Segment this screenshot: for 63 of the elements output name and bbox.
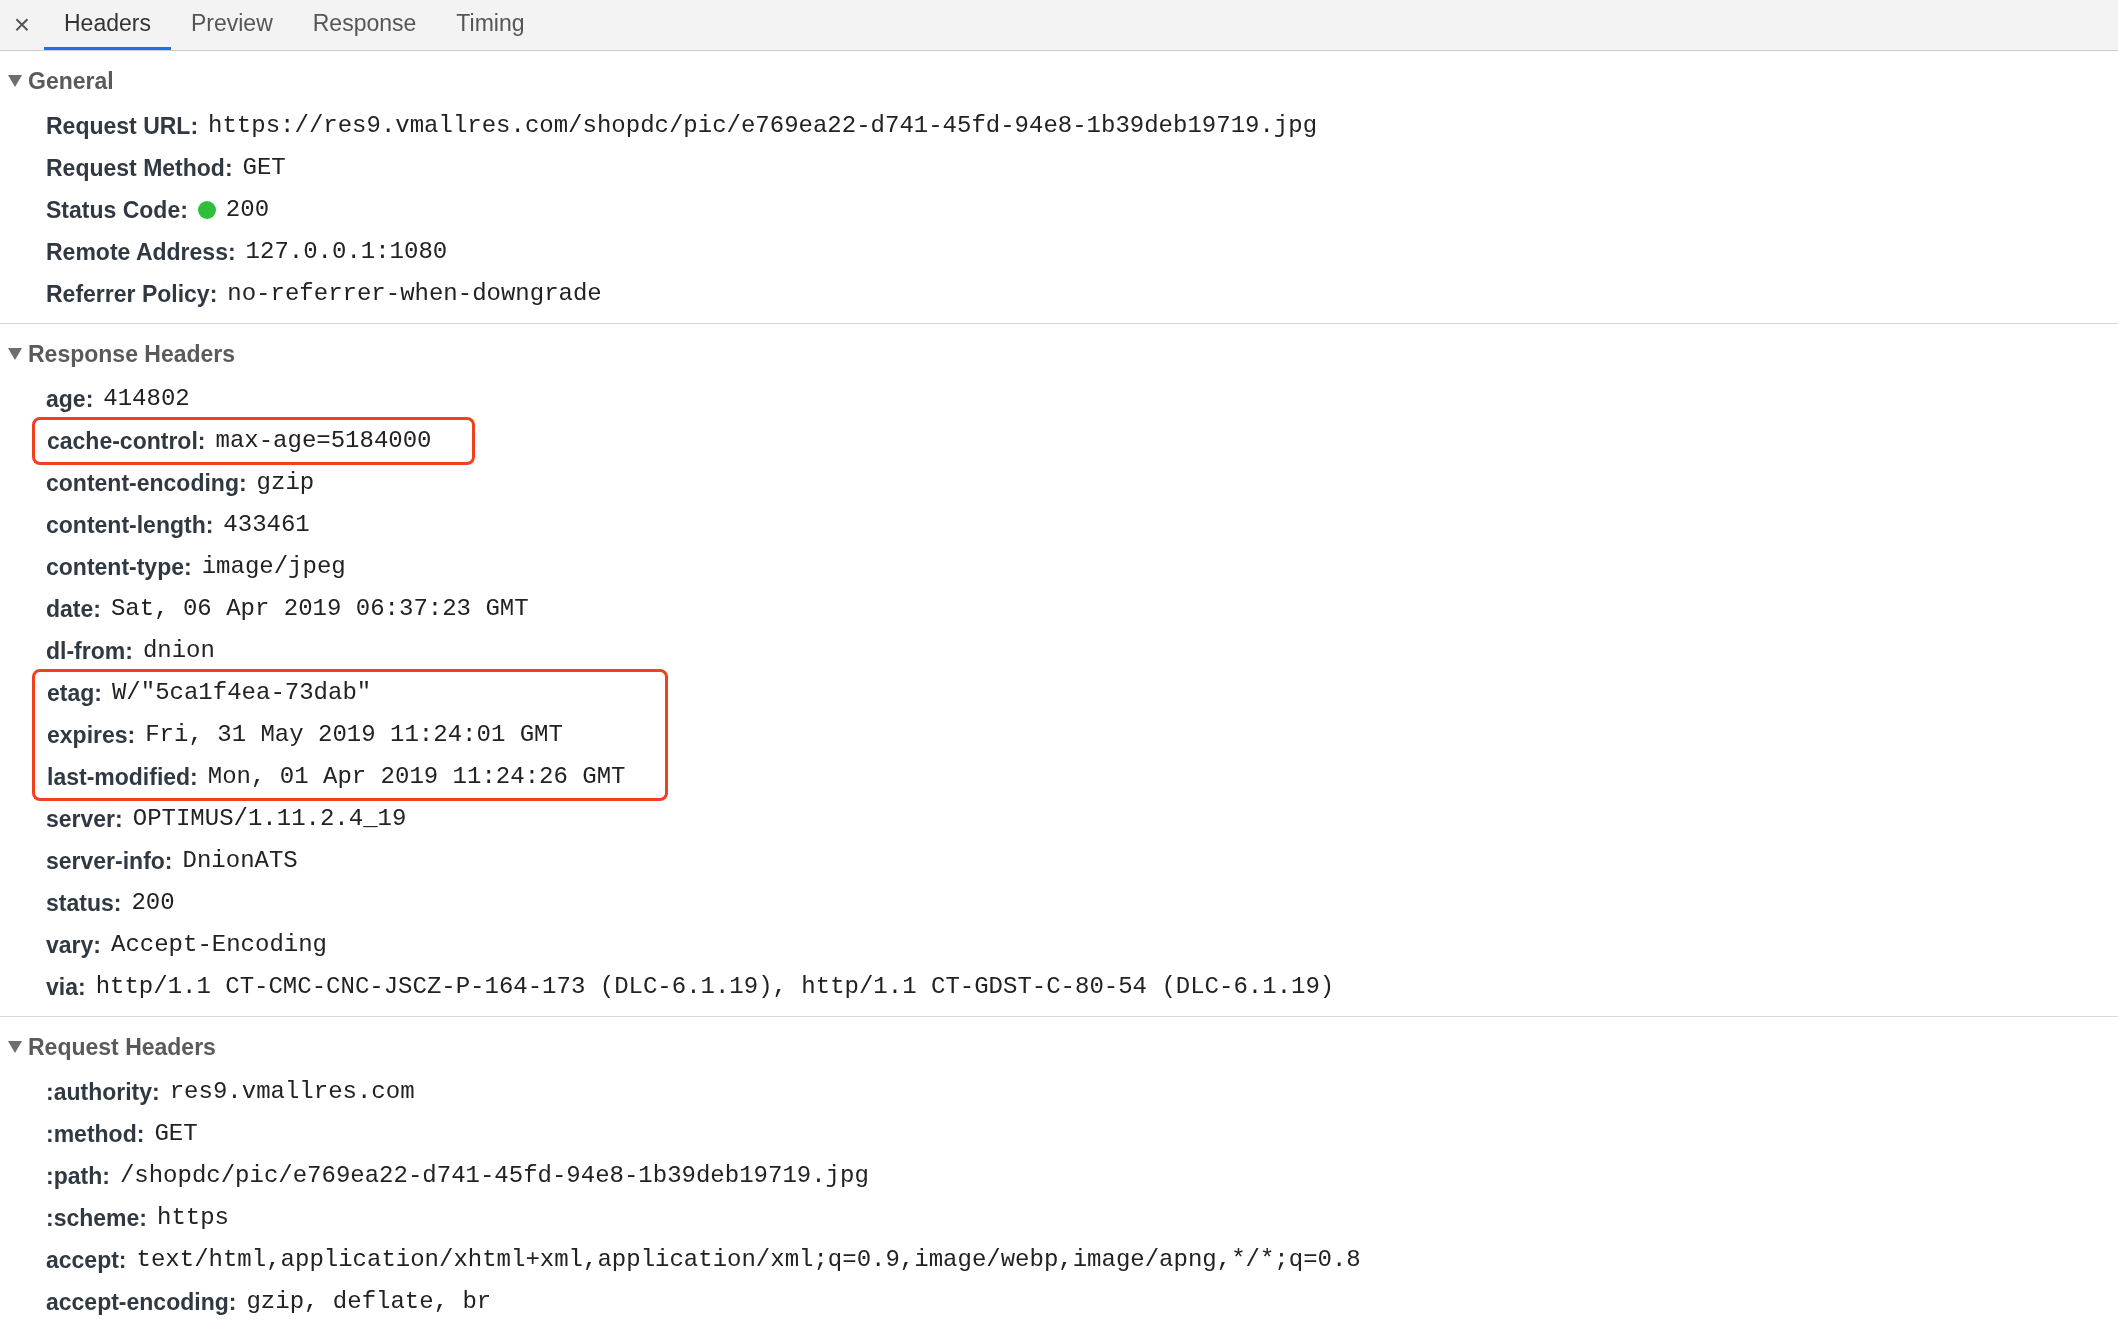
header-name: via: xyxy=(46,972,86,1002)
header-name: cache-control: xyxy=(47,426,206,456)
header-name: :authority: xyxy=(46,1077,160,1107)
header-name: etag: xyxy=(47,678,102,708)
header-value: Sat, 06 Apr 2019 06:37:23 GMT xyxy=(110,594,529,624)
expand-triangle-icon xyxy=(8,348,22,360)
header-name: Request URL: xyxy=(46,111,199,141)
header-value: Accept-Encoding xyxy=(111,930,328,960)
expand-triangle-icon xyxy=(8,75,22,87)
header-value: res9.vmallres.com xyxy=(169,1077,415,1107)
header-name: Referrer Policy: xyxy=(46,279,218,309)
header-name: content-encoding: xyxy=(46,468,247,498)
header-value: DnionATS xyxy=(182,846,298,876)
header-value: image/jpeg xyxy=(201,552,346,582)
tab[interactable]: Headers xyxy=(44,0,171,50)
header-name: Status Code: xyxy=(46,195,188,225)
header-value: /shopdc/pic/e769ea22-d741-45fd-94e8-1b39deb19719.jpg xyxy=(119,1161,869,1191)
section-toggle[interactable]: General xyxy=(8,63,114,99)
header-value: https xyxy=(157,1203,229,1233)
header-value: no-referrer-when-downgrade xyxy=(227,279,602,309)
tab[interactable]: Response xyxy=(292,0,437,50)
header-name: Request Method: xyxy=(46,153,233,183)
header-value: 200 xyxy=(225,195,270,225)
header-value: dnion xyxy=(142,636,215,666)
header-value: https://res9.vmallres.com/shopdc/pic/e769ea22-d741-45fd-94e8-1b39deb19719.jpg xyxy=(208,111,1318,141)
header-name: accept: xyxy=(46,1245,127,1275)
header-value: 433461 xyxy=(223,510,310,540)
header-value: 414802 xyxy=(103,384,190,414)
header-name: content-type: xyxy=(46,552,192,582)
header-name: status: xyxy=(46,888,122,918)
header-value: http/1.1 CT-CMC-CNC-JSCZ-P-164-173 (DLC-6.1.19), http/1.1 CT-GDST-C-80-54 (DLC-6.1.19) xyxy=(95,972,1335,1002)
header-name: :scheme: xyxy=(46,1203,147,1233)
header-value: OPTIMUS/1.11.2.4_19 xyxy=(132,804,407,834)
header-name: :method: xyxy=(46,1119,145,1149)
close-button[interactable]: × xyxy=(0,0,44,50)
header-name: content-length: xyxy=(46,510,214,540)
header-name: server-info: xyxy=(46,846,173,876)
header-value: Mon, 01 Apr 2019 11:24:26 GMT xyxy=(207,762,626,792)
header-name: date: xyxy=(46,594,101,624)
header-value: gzip, deflate, br xyxy=(246,1287,492,1317)
header-value: Fri, 31 May 2019 11:24:01 GMT xyxy=(145,720,563,750)
header-value: text/html,application/xhtml+xml,application/xml;q=0.9,image/webp,image/apng,*/*;q=0.8 xyxy=(136,1245,1361,1275)
expand-triangle-icon xyxy=(8,1041,22,1053)
header-name: expires: xyxy=(47,720,136,750)
header-name: Remote Address: xyxy=(46,237,236,267)
tab[interactable]: Preview xyxy=(170,0,293,50)
section-toggle[interactable]: Response Headers xyxy=(8,336,236,372)
header-name: vary: xyxy=(46,930,101,960)
header-name: dl-from: xyxy=(46,636,133,666)
header-name: server: xyxy=(46,804,123,834)
header-name: last-modified: xyxy=(47,762,198,792)
header-name: :path: xyxy=(46,1161,110,1191)
header-value: 127.0.0.1:1080 xyxy=(245,237,448,267)
header-value: GET xyxy=(154,1119,198,1149)
header-value: max-age=5184000 xyxy=(215,426,432,456)
header-value: 200 xyxy=(131,888,175,918)
header-value: W/"5ca1f4ea-73dab" xyxy=(111,678,372,708)
header-value: GET xyxy=(242,153,286,183)
header-name: accept-encoding: xyxy=(46,1287,237,1317)
tab[interactable]: Timing xyxy=(436,0,545,50)
header-name: age: xyxy=(46,384,94,414)
section-toggle[interactable]: Request Headers xyxy=(8,1029,216,1065)
header-value: gzip xyxy=(256,468,315,498)
